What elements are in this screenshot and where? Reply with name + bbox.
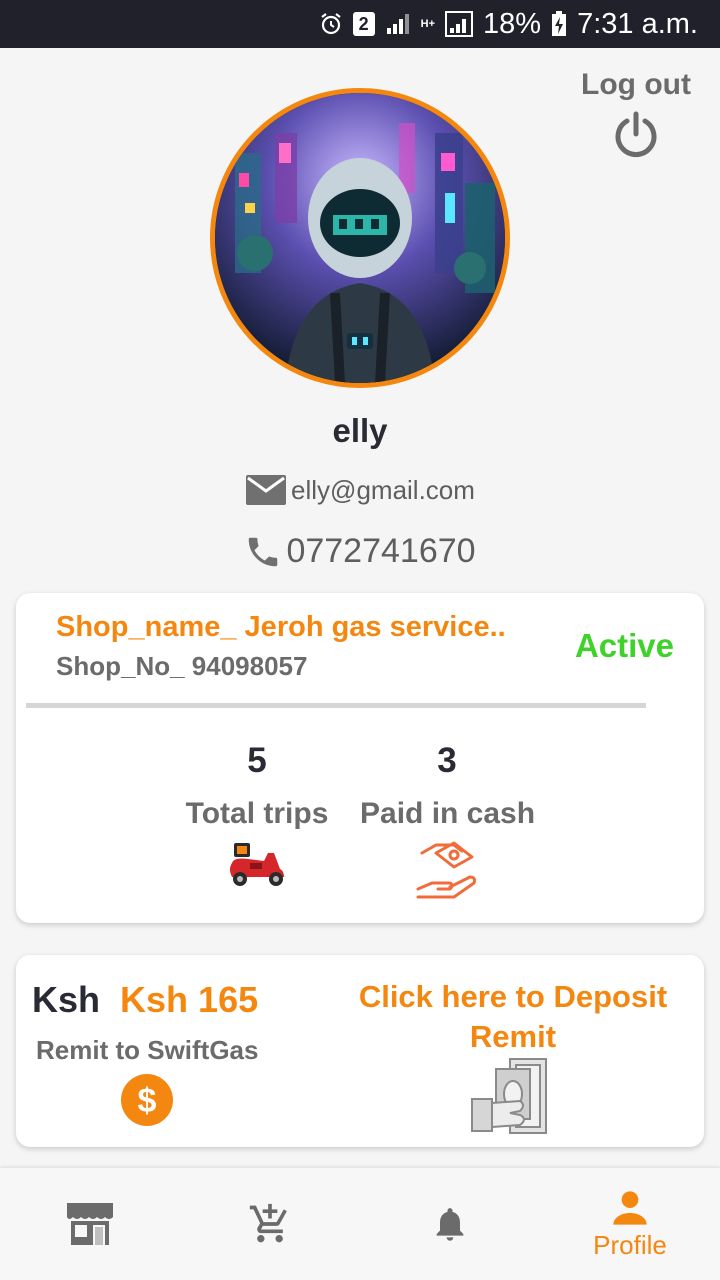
sim-slot-badge: 2 (352, 12, 375, 36)
phone-icon (249, 537, 278, 566)
avatar[interactable] (210, 88, 510, 388)
remit-card: Ksh Ksh 165 Remit to SwiftGas $ Click he… (16, 955, 704, 1147)
remit-amount-row: Ksh Ksh 165 (32, 979, 258, 1021)
shop-number: Shop_No_ 94098057 (56, 651, 308, 681)
battery-percent: 18% (483, 7, 542, 40)
astronaut-avatar-image (215, 93, 505, 383)
cash-handover-icon (416, 841, 476, 899)
phone-row: 0772741670 (0, 532, 720, 571)
alarm-icon (319, 12, 343, 36)
stat-total-trips[interactable]: 5 Total trips (184, 741, 330, 887)
logout-button[interactable]: Log out (576, 68, 696, 160)
profile-email: elly@gmail.com (291, 474, 475, 505)
nav-profile[interactable]: Profile (540, 1168, 720, 1280)
stat-value: 5 (247, 741, 267, 780)
bell-icon (436, 1208, 464, 1241)
mail-icon (246, 475, 287, 505)
bottom-nav: Profile (0, 1168, 720, 1280)
divider (26, 703, 646, 708)
status-badge: Active (574, 627, 674, 664)
network-type-label: H+ (420, 18, 436, 30)
money-in-hand-icon[interactable] (470, 1055, 552, 1137)
battery-charging-icon (551, 11, 567, 37)
shop-card: Shop_name_ Jeroh gas service.. Shop_No_ … (16, 593, 704, 923)
stat-label: Total trips (185, 797, 329, 830)
nav-add-to-cart[interactable] (180, 1168, 360, 1280)
nav-notifications[interactable] (360, 1168, 540, 1280)
profile-phone: 0772741670 (286, 532, 476, 570)
stat-value: 3 (437, 741, 457, 780)
stat-paid-in-cash[interactable]: 3 Paid in cash (360, 741, 536, 901)
clock: 7:31 a.m. (577, 7, 698, 40)
remit-amount: Ksh 165 (120, 979, 259, 1020)
dollar-icon: $ (121, 1074, 173, 1126)
nav-shop[interactable] (0, 1168, 180, 1280)
stat-label: Paid in cash (360, 797, 536, 830)
profile-name: elly (332, 412, 388, 449)
logout-label: Log out (581, 68, 691, 101)
email-row: elly@gmail.com (0, 474, 720, 506)
shop-name: Shop_name_ Jeroh gas service.. (56, 611, 506, 643)
deposit-remit-link[interactable]: Click here to Deposit Remit (338, 977, 688, 1057)
shop-icon (67, 1203, 113, 1245)
person-icon (613, 1190, 647, 1225)
scooter-icon (230, 843, 284, 886)
signal-icon (385, 12, 411, 36)
signal-strength-icon (445, 11, 474, 37)
status-bar: 2 H+ 18% 7:31 a.m. (0, 0, 720, 48)
remit-label: Remit to SwiftGas (36, 1035, 259, 1065)
nav-profile-label: Profile (593, 1229, 667, 1260)
svg-text:$: $ (138, 1082, 157, 1120)
add-to-cart-icon (249, 1203, 287, 1243)
remit-currency: Ksh (32, 979, 101, 1020)
power-icon[interactable] (611, 110, 661, 160)
